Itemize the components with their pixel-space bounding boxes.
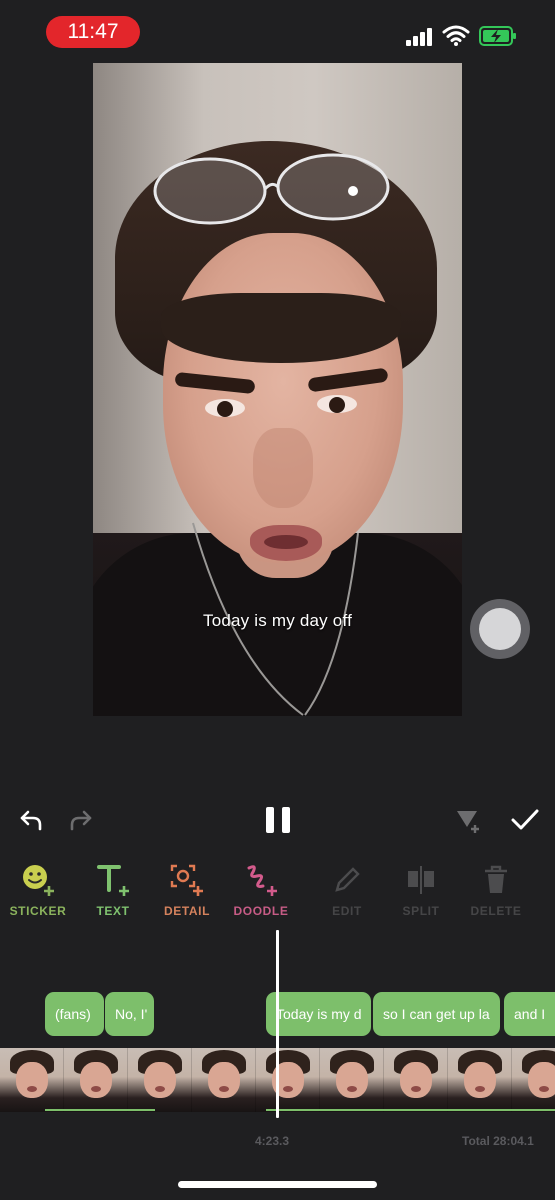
video-subtitle: Today is my day off	[203, 611, 352, 630]
trash-icon	[485, 865, 507, 893]
filmstrip-frame	[192, 1048, 256, 1112]
delete-tool[interactable]: DELETE	[456, 862, 536, 918]
current-time: 4:23.3	[255, 1134, 290, 1148]
caption-clip[interactable]: so I can get up la	[373, 992, 500, 1036]
sticker-icon	[23, 865, 54, 896]
edit-label: EDIT	[332, 904, 362, 918]
caption-clip[interactable]: Today is my d	[266, 992, 371, 1036]
total-duration: Total 28:04.1	[462, 1134, 534, 1148]
floating-record-button[interactable]	[470, 599, 530, 659]
status-time: 11:47	[46, 16, 140, 48]
text-tool[interactable]: TEXT	[73, 862, 153, 918]
undo-icon	[20, 810, 42, 831]
detail-tool[interactable]: DETAIL	[147, 862, 227, 918]
battery-charging-icon	[479, 26, 516, 46]
undo-button[interactable]	[12, 800, 52, 840]
video-preview[interactable]: Today is my day off	[93, 63, 462, 716]
sticker-label: STICKER	[9, 904, 67, 918]
split-label: SPLIT	[402, 904, 440, 918]
checkmark-icon	[511, 809, 539, 830]
filmstrip-frame	[0, 1048, 64, 1112]
done-button[interactable]	[505, 800, 545, 840]
filmstrip-frame	[512, 1048, 555, 1112]
effects-button[interactable]	[448, 800, 488, 840]
status-bar: 11:47	[0, 0, 555, 64]
split-icon	[408, 866, 434, 894]
split-tool[interactable]: SPLIT	[381, 862, 461, 918]
caption-clip[interactable]: and I	[504, 992, 555, 1036]
redo-button[interactable]	[60, 800, 100, 840]
redo-icon	[70, 810, 92, 831]
caption-clip[interactable]: (fans)	[45, 992, 104, 1036]
doodle-tool[interactable]: DOODLE	[221, 862, 301, 918]
text-label: TEXT	[96, 904, 130, 918]
doodle-label: DOODLE	[233, 904, 289, 918]
caption-track-line	[45, 1109, 155, 1111]
text-icon	[97, 865, 129, 896]
caption-track-line	[266, 1109, 555, 1111]
filmstrip-frame	[320, 1048, 384, 1112]
detail-frame-icon	[170, 864, 203, 896]
filmstrip-frame	[64, 1048, 128, 1112]
cellular-signal-icon	[406, 28, 434, 46]
filmstrip-frame	[256, 1048, 320, 1112]
pause-button[interactable]	[258, 800, 298, 840]
playhead[interactable]	[276, 930, 279, 1118]
filmstrip-frame	[448, 1048, 512, 1112]
magic-wand-icon	[457, 811, 479, 833]
pause-icon	[266, 807, 290, 833]
delete-label: DELETE	[470, 904, 522, 918]
detail-label: DETAIL	[163, 904, 211, 918]
wifi-icon	[442, 25, 470, 46]
filmstrip-frame	[384, 1048, 448, 1112]
filmstrip-frame	[128, 1048, 192, 1112]
home-indicator[interactable]	[178, 1181, 377, 1188]
pencil-icon	[335, 867, 360, 892]
doodle-squiggle-icon	[247, 865, 277, 896]
edit-tool[interactable]: EDIT	[307, 862, 387, 918]
caption-clip[interactable]: No, I'	[105, 992, 154, 1036]
sticker-tool[interactable]: STICKER	[0, 862, 78, 918]
